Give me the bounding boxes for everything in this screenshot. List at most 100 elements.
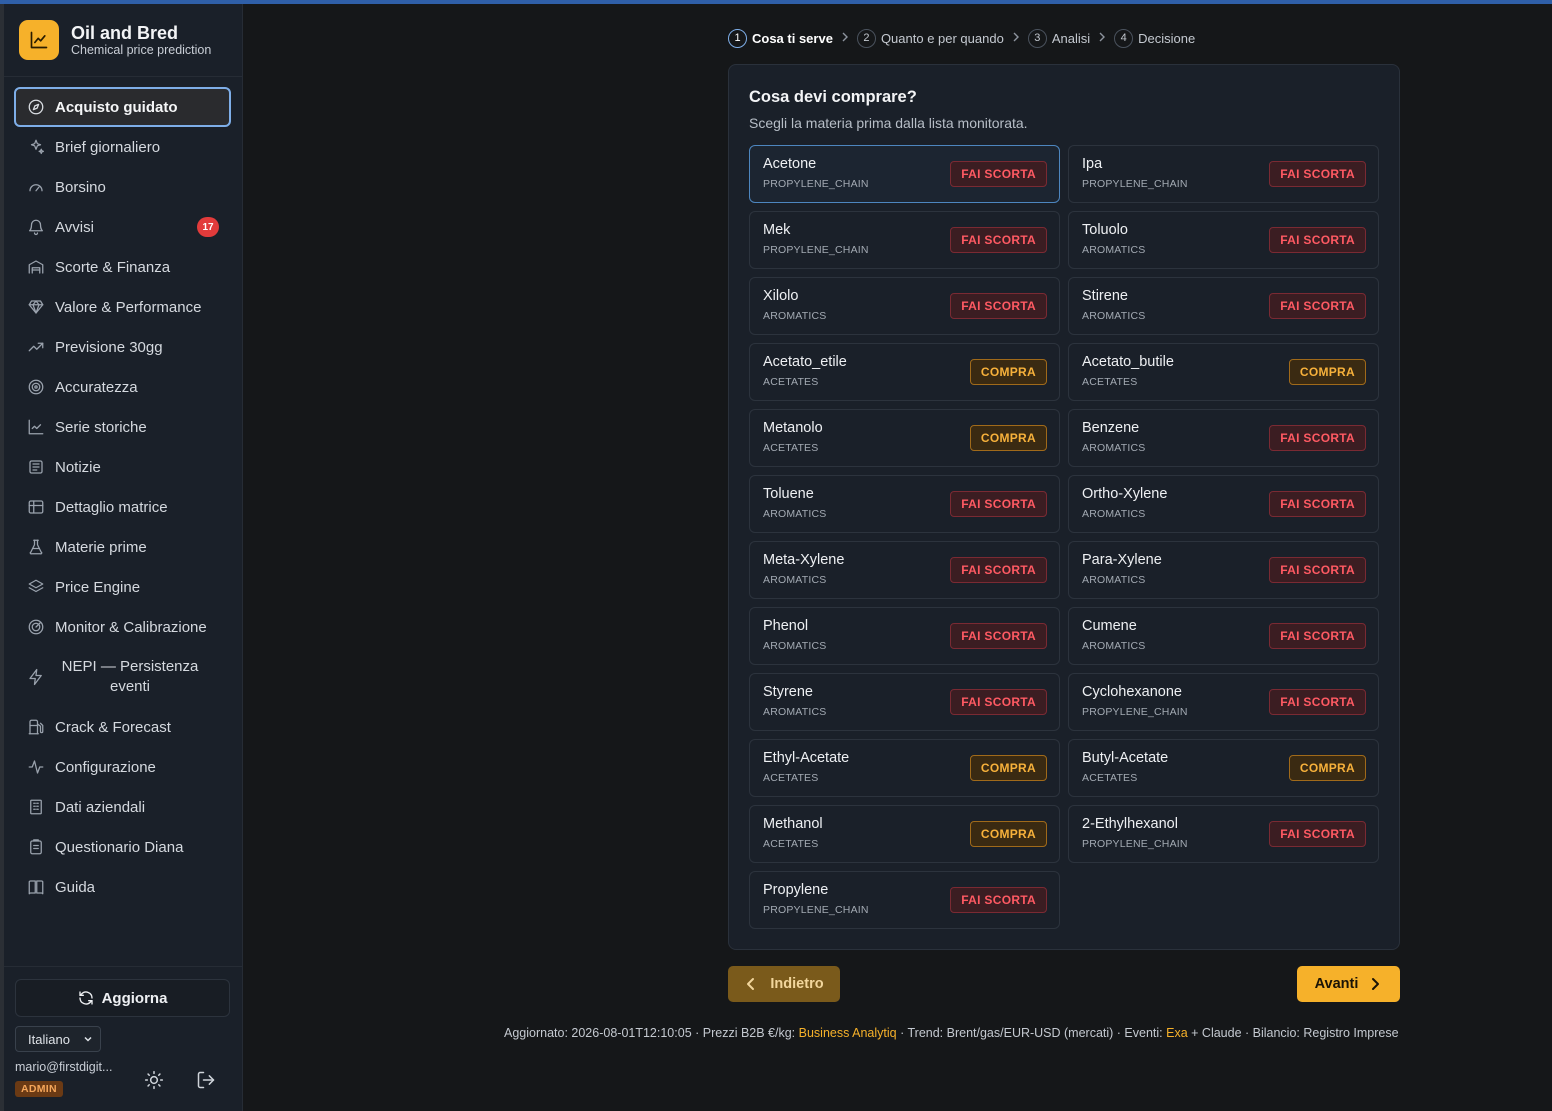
signal-badge: FAI SCORTA [950, 293, 1047, 319]
material-name: Para-Xylene [1082, 552, 1162, 568]
material-name: Phenol [763, 618, 809, 634]
material-name: Ortho-Xylene [1082, 486, 1168, 502]
sidebar-item-acquisto-guidato[interactable]: Acquisto guidato [14, 87, 231, 127]
refresh-button[interactable]: Aggiorna [15, 979, 230, 1017]
material-group: PROPYLENE_CHAIN [1082, 178, 1188, 190]
sidebar-item-brief-giornaliero[interactable]: Brief giornaliero [14, 127, 231, 167]
table-icon [28, 500, 44, 514]
sidebar-item-configurazione[interactable]: Configurazione [14, 747, 231, 787]
material-card[interactable]: Metanolo ACETATES COMPRA [749, 409, 1060, 467]
material-card[interactable]: Cyclohexanone PROPYLENE_CHAIN FAI SCORTA [1068, 673, 1379, 731]
target-icon [28, 379, 44, 395]
material-group: PROPYLENE_CHAIN [763, 904, 869, 916]
logout-icon[interactable] [196, 1070, 216, 1090]
material-card[interactable]: Toluolo AROMATICS FAI SCORTA [1068, 211, 1379, 269]
sidebar-item-borsino[interactable]: Borsino [14, 167, 231, 207]
material-card[interactable]: Stirene AROMATICS FAI SCORTA [1068, 277, 1379, 335]
sidebar-item-price-engine[interactable]: Price Engine [14, 567, 231, 607]
sidebar-item-notizie[interactable]: Notizie [14, 447, 231, 487]
sidebar-item-monitor-calibrazione[interactable]: Monitor & Calibrazione [14, 607, 231, 647]
refresh-icon [78, 991, 93, 1005]
signal-badge: COMPRA [1288, 359, 1366, 385]
wizard-step-2[interactable]: 2 Quanto e per quando [856, 28, 1004, 48]
brand[interactable]: Oil and Bred Chemical price prediction [19, 20, 211, 60]
sidebar-item-label: Configurazione [55, 758, 156, 776]
material-card[interactable]: Styrene AROMATICS FAI SCORTA [749, 673, 1060, 731]
exa-link[interactable]: Exa [1166, 1026, 1188, 1040]
step-label: Decisione [1138, 30, 1196, 46]
material-card[interactable]: Toluene AROMATICS FAI SCORTA [749, 475, 1060, 533]
material-name: Butyl-Acetate [1082, 750, 1169, 766]
material-card[interactable]: Para-Xylene AROMATICS FAI SCORTA [1068, 541, 1379, 599]
sidebar-item-label: Price Engine [55, 578, 141, 596]
sidebar-item-label: Dettaglio matrice [55, 498, 168, 516]
material-card[interactable]: Benzene AROMATICS FAI SCORTA [1068, 409, 1379, 467]
footer-text-3: + Claude · Bilancio: Registro Imprese [1187, 1026, 1399, 1040]
zap-icon [29, 668, 42, 686]
wizard-step-1[interactable]: 1 Cosa ti serve [728, 28, 833, 48]
material-card[interactable]: Ethyl-Acetate ACETATES COMPRA [749, 739, 1060, 797]
radar-icon [28, 619, 44, 635]
material-name: Meta-Xylene [763, 552, 845, 568]
material-card[interactable]: Acetato_etile ACETATES COMPRA [749, 343, 1060, 401]
material-name: Mek [763, 222, 791, 238]
wizard-step-3[interactable]: 3 Analisi [1027, 28, 1091, 48]
sidebar-nav: Acquisto guidato Brief giornaliero Borsino… [14, 87, 231, 907]
material-card[interactable]: Xilolo AROMATICS FAI SCORTA [749, 277, 1060, 335]
sidebar-item-materie-prime[interactable]: Materie prime [14, 527, 231, 567]
material-card[interactable]: Meta-Xylene AROMATICS FAI SCORTA [749, 541, 1060, 599]
footer-text-1: Aggiornato: 2026-08-01T12:10:05 · Prezzi… [504, 1026, 799, 1040]
wizard-step-4[interactable]: 4 Decisione [1114, 28, 1196, 48]
material-card[interactable]: Cumene AROMATICS FAI SCORTA [1068, 607, 1379, 665]
sidebar-item-previsione-30gg[interactable]: Previsione 30gg [14, 327, 231, 367]
material-name: Metanolo [763, 420, 823, 436]
sidebar-item-nepi-persistenza-eventi[interactable]: NEPI — Persistenza eventi [14, 647, 231, 707]
material-card[interactable]: Acetato_butile ACETATES COMPRA [1068, 343, 1379, 401]
material-card[interactable]: Ipa PROPYLENE_CHAIN FAI SCORTA [1068, 145, 1379, 203]
sidebar-item-label: Guida [55, 878, 96, 896]
material-card[interactable]: Ortho-Xylene AROMATICS FAI SCORTA [1068, 475, 1379, 533]
sidebar-item-accuratezza[interactable]: Accuratezza [14, 367, 231, 407]
signal-badge: FAI SCORTA [1269, 161, 1366, 187]
material-name: Methanol [763, 816, 823, 832]
signal-badge: FAI SCORTA [1269, 293, 1366, 319]
material-group: PROPYLENE_CHAIN [763, 178, 869, 190]
sidebar-item-crack-forecast[interactable]: Crack & Forecast [14, 707, 231, 747]
step-label: Analisi [1051, 30, 1091, 46]
material-group: ACETATES [763, 838, 819, 850]
material-group: AROMATICS [763, 508, 827, 520]
divider [4, 76, 242, 77]
theme-toggle-sun-icon[interactable] [144, 1070, 164, 1090]
material-name: Cumene [1082, 618, 1137, 634]
material-card[interactable]: Acetone PROPYLENE_CHAIN FAI SCORTA [749, 145, 1060, 203]
material-group: AROMATICS [1082, 574, 1146, 586]
business-analytiq-link[interactable]: Business Analytiq [799, 1026, 897, 1040]
language-select[interactable]: Italiano [15, 1026, 101, 1052]
material-name: Stirene [1082, 288, 1128, 304]
sidebar-item-guida[interactable]: Guida [14, 867, 231, 907]
material-card[interactable]: Butyl-Acetate ACETATES COMPRA [1068, 739, 1379, 797]
back-button[interactable]: Indietro [728, 966, 840, 1002]
warehouse-icon [28, 260, 44, 274]
signal-badge: FAI SCORTA [1269, 821, 1366, 847]
signal-badge: FAI SCORTA [1269, 623, 1366, 649]
signal-badge: FAI SCORTA [950, 557, 1047, 583]
material-card[interactable]: Propylene PROPYLENE_CHAIN FAI SCORTA [749, 871, 1060, 929]
next-button[interactable]: Avanti [1297, 966, 1400, 1002]
sidebar-item-valore-performance[interactable]: Valore & Performance [14, 287, 231, 327]
sidebar-item-dati-aziendali[interactable]: Dati aziendali [14, 787, 231, 827]
sidebar-item-avvisi[interactable]: Avvisi 17 [14, 207, 231, 247]
panel-title: Cosa devi comprare? [749, 88, 917, 106]
material-card[interactable]: 2-Ethylhexanol PROPYLENE_CHAIN FAI SCORTA [1068, 805, 1379, 863]
material-card[interactable]: Phenol AROMATICS FAI SCORTA [749, 607, 1060, 665]
material-card[interactable]: Mek PROPYLENE_CHAIN FAI SCORTA [749, 211, 1060, 269]
role-badge: ADMIN [15, 1081, 63, 1097]
sidebar-item-serie-storiche[interactable]: Serie storiche [14, 407, 231, 447]
signal-badge: COMPRA [969, 425, 1047, 451]
sidebar-item-questionario-diana[interactable]: Questionario Diana [14, 827, 231, 867]
sidebar-item-dettaglio-matrice[interactable]: Dettaglio matrice [14, 487, 231, 527]
sidebar-item-scorte-finanza[interactable]: Scorte & Finanza [14, 247, 231, 287]
material-card[interactable]: Methanol ACETATES COMPRA [749, 805, 1060, 863]
material-group: AROMATICS [763, 640, 827, 652]
step-number: 2 [856, 28, 876, 48]
